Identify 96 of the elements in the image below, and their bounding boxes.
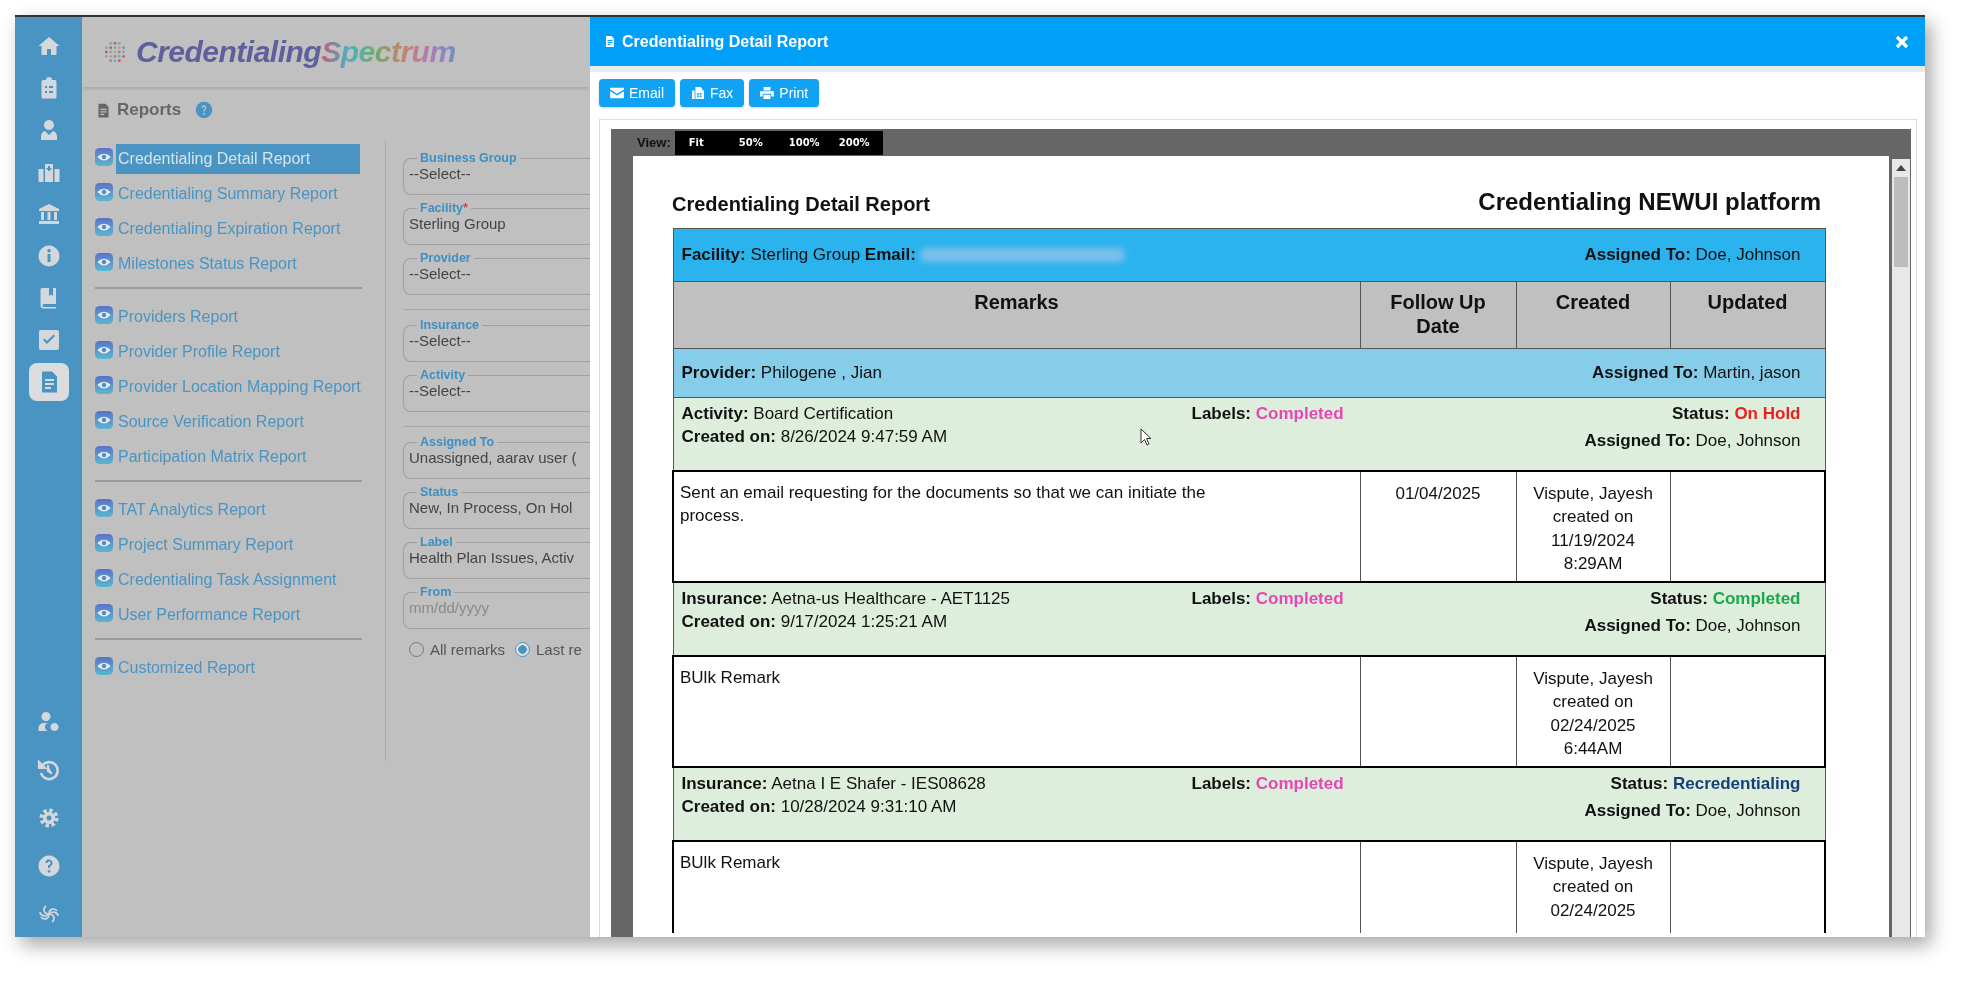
report-link[interactable]: Credentialing Detail Report bbox=[116, 143, 360, 174]
eye-icon bbox=[95, 445, 113, 464]
eye-icon bbox=[95, 410, 113, 429]
assigned-text: Assigned To: Doe, Johnson bbox=[1584, 431, 1801, 451]
eye-icon bbox=[95, 533, 113, 552]
eye-icon bbox=[95, 252, 113, 271]
history-icon bbox=[36, 758, 61, 782]
sidebar-nav-button[interactable] bbox=[28, 363, 69, 401]
report-link[interactable]: User Performance Report bbox=[116, 599, 303, 630]
report-link[interactable]: Providers Report bbox=[116, 301, 241, 332]
report-link[interactable]: Participation Matrix Report bbox=[116, 441, 309, 472]
facility-text: Facility: Sterling Group Email: bbox=[681, 245, 916, 265]
close-icon[interactable] bbox=[1895, 34, 1909, 49]
zoom-option[interactable]: 100% bbox=[778, 137, 829, 148]
logo-text: CredentialingSpectrum bbox=[136, 35, 456, 69]
table-cell: 01/04/2025 bbox=[1360, 471, 1516, 582]
organization-name: Credentialing NEWUI platform bbox=[1478, 188, 1821, 216]
report-link[interactable]: Customized Report bbox=[116, 652, 257, 683]
provider-text: Provider: Philogene , Jian bbox=[681, 363, 882, 383]
eye-icon bbox=[95, 568, 113, 587]
user-gear-icon bbox=[36, 710, 61, 734]
labels-text: Labels: Completed bbox=[1191, 404, 1344, 424]
status-text: Status: Completed bbox=[1650, 588, 1801, 609]
column-header: Remarks bbox=[673, 281, 1360, 349]
scroll-up-icon[interactable] bbox=[1896, 165, 1906, 171]
scroll-thumb[interactable] bbox=[1894, 177, 1908, 267]
info-icon bbox=[36, 244, 61, 268]
table-cell: Vispute, Jayesh created on 11/19/2024 8:29AM bbox=[1516, 471, 1670, 582]
home-icon bbox=[36, 34, 61, 58]
created-on-text: Created on: 10/28/2024 9:31:10 AM bbox=[681, 796, 957, 817]
table-cell: BUlk Remark bbox=[673, 840, 1360, 933]
column-header: Follow Up Date bbox=[1360, 281, 1516, 349]
fax-button[interactable]: Fax bbox=[680, 79, 745, 107]
report-link[interactable]: Project Summary Report bbox=[116, 529, 296, 560]
help-icon bbox=[36, 854, 61, 878]
entry-subject: Insurance: Aetna I E Shafer - IES08628 bbox=[681, 773, 986, 794]
printer-icon bbox=[760, 87, 775, 99]
entry-subject: Insurance: Aetna-us Healthcare - AET1125 bbox=[681, 588, 1011, 609]
radio-label[interactable]: All remarks bbox=[430, 641, 505, 658]
spiral-icon bbox=[36, 902, 61, 926]
radio-button[interactable] bbox=[515, 642, 530, 657]
assigned-text: Assigned To: Doe, Johnson bbox=[1584, 245, 1801, 265]
bank-icon bbox=[36, 202, 61, 226]
entry-subject: Activity: Board Certification bbox=[681, 404, 894, 424]
table-cell: BUlk Remark bbox=[673, 655, 1360, 767]
checkbox-icon bbox=[36, 328, 61, 352]
status-text: Status: On Hold bbox=[1672, 404, 1801, 424]
labels-text: Labels: Completed bbox=[1191, 588, 1344, 609]
eye-icon bbox=[95, 498, 113, 517]
eye-icon bbox=[95, 305, 113, 324]
assigned-text: Assigned To: Doe, Johnson bbox=[1584, 615, 1801, 636]
report-link[interactable]: Provider Location Mapping Report bbox=[116, 371, 363, 402]
assigned-text: Assigned To: Martin, jason bbox=[1592, 363, 1801, 383]
report-link[interactable]: Credentialing Expiration Report bbox=[116, 213, 343, 244]
report-link[interactable]: TAT Analytics Report bbox=[116, 494, 268, 525]
report-link[interactable]: Source Verification Report bbox=[116, 406, 306, 437]
zoom-option[interactable]: 200% bbox=[828, 137, 879, 148]
column-header: Updated bbox=[1670, 281, 1825, 349]
eye-icon bbox=[95, 147, 113, 166]
view-label: View: bbox=[637, 135, 671, 150]
report-link[interactable]: Milestones Status Report bbox=[116, 248, 299, 279]
zoom-option[interactable]: Fit bbox=[678, 137, 729, 148]
report-title: Credentialing Detail Report bbox=[672, 193, 930, 216]
print-button[interactable]: Print bbox=[749, 79, 820, 107]
envelope-icon bbox=[610, 87, 624, 99]
eye-icon bbox=[95, 182, 113, 201]
help-icon[interactable] bbox=[195, 101, 214, 119]
zoom-option[interactable]: 50% bbox=[728, 137, 779, 148]
column-header: Created bbox=[1516, 281, 1670, 349]
modal-title: Credentialing Detail Report bbox=[622, 32, 830, 51]
scrollbar[interactable] bbox=[1892, 159, 1910, 937]
created-on-text: Created on: 9/17/2024 1:25:21 AM bbox=[681, 611, 948, 632]
email-button[interactable]: Email bbox=[599, 79, 675, 107]
fax-icon bbox=[691, 87, 705, 99]
eye-icon bbox=[95, 656, 113, 675]
report-link[interactable]: Credentialing Task Assignment bbox=[116, 564, 339, 595]
document-icon bbox=[96, 101, 111, 119]
dotted-globe-icon bbox=[102, 39, 128, 65]
eye-icon bbox=[95, 217, 113, 236]
created-on-text: Created on: 8/26/2024 9:47:59 AM bbox=[681, 427, 948, 447]
report-link[interactable]: Provider Profile Report bbox=[116, 336, 282, 367]
table-cell: Vispute, Jayesh created on 02/24/2025 bbox=[1516, 840, 1670, 933]
assigned-text: Assigned To: Doe, Johnson bbox=[1584, 800, 1801, 821]
eye-icon bbox=[95, 603, 113, 622]
radio-button[interactable] bbox=[409, 642, 424, 657]
document-icon bbox=[604, 34, 616, 49]
mouse-pointer-icon bbox=[1140, 428, 1152, 446]
eye-icon bbox=[95, 340, 113, 359]
labels-text: Labels: Completed bbox=[1191, 773, 1344, 794]
report-link[interactable]: Credentialing Summary Report bbox=[116, 178, 340, 209]
status-text: Status: Recredentialing bbox=[1610, 773, 1801, 794]
radio-label[interactable]: Last re bbox=[536, 641, 582, 658]
table-cell: Vispute, Jayesh created on 02/24/2025 6:44AM bbox=[1516, 655, 1670, 767]
eye-icon bbox=[95, 375, 113, 394]
table-cell: Sent an email requesting for the documents so that we can initiate the process. bbox=[673, 471, 1360, 582]
page-title: Reports bbox=[117, 100, 182, 120]
